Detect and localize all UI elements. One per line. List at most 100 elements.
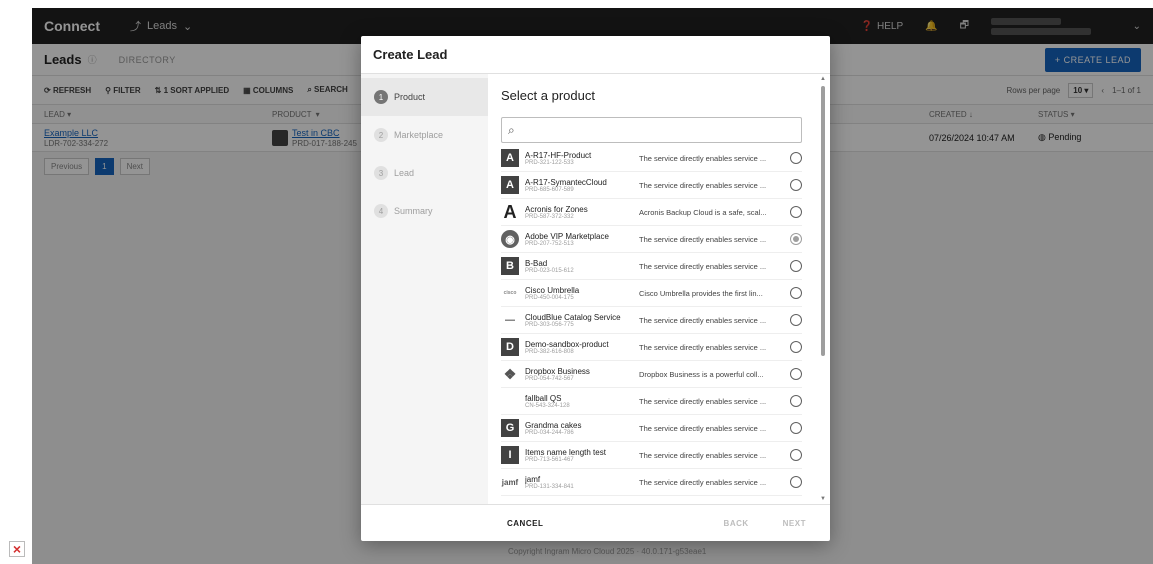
product-description: The service directly enables service ...: [639, 261, 767, 271]
step-label: Product: [394, 92, 426, 102]
product-option[interactable]: cisco Cisco Umbrella PRD-450-004-175 Cisco …: [501, 280, 802, 307]
scroll-up-icon[interactable]: ▲: [820, 76, 826, 82]
product-option[interactable]: D Demo-sandbox-product PRD-382-616-808 The …: [501, 334, 802, 361]
product-id: CN-543-324-128: [525, 402, 570, 409]
product-logo-icon: A: [501, 176, 519, 194]
product-id: PRD-034-244-786: [525, 429, 574, 436]
scrollbar-thumb[interactable]: [821, 86, 825, 356]
product-name: Adobe VIP Marketplace: [525, 231, 609, 241]
product-radio[interactable]: [790, 233, 802, 245]
product-name: A-R17-HF-Product: [525, 150, 592, 160]
product-name: Items name length test: [525, 447, 606, 457]
acronis-logo-icon: A: [503, 201, 517, 222]
product-option[interactable]: I Items name length test PRD-713-561-467 Th…: [501, 442, 802, 469]
product-description: Cisco Umbrella provides the first lin...: [639, 288, 763, 298]
next-button[interactable]: NEXT: [783, 519, 806, 528]
product-description: The service directly enables service ...: [639, 234, 767, 244]
product-logo-icon: G: [501, 419, 519, 437]
product-id: PRD-131-334-841: [525, 483, 574, 490]
product-option[interactable]: G Grandma cakes PRD-034-244-786 The service…: [501, 415, 802, 442]
product-radio[interactable]: [790, 260, 802, 272]
step-label: Lead: [394, 168, 415, 178]
step-number: 2: [374, 128, 388, 142]
product-logo-icon: D: [501, 338, 519, 356]
product-description: The service directly enables service ...: [639, 180, 767, 190]
step-number: 3: [374, 166, 388, 180]
product-option[interactable]: ◉ Adobe VIP Marketplace PRD-207-752-513 The…: [501, 226, 802, 253]
product-name: Grandma cakes: [525, 420, 582, 430]
step-marketplace: 2 Marketplace: [361, 116, 488, 154]
product-id: PRD-382-616-808: [525, 348, 574, 355]
scrollbar[interactable]: ▲ ▼: [820, 74, 826, 504]
step-product[interactable]: 1 Product: [361, 78, 488, 116]
step-number: 4: [374, 204, 388, 218]
product-id: PRD-207-752-513: [525, 240, 574, 247]
product-radio[interactable]: [790, 179, 802, 191]
product-search-input[interactable]: ⌕: [501, 117, 802, 143]
step-label: Summary: [394, 206, 433, 216]
product-radio[interactable]: [790, 449, 802, 461]
adobe-logo-icon: ◉: [501, 230, 519, 248]
dialog-title: Create Lead: [361, 36, 830, 74]
product-option[interactable]: A A-R17-SymantecCloud PRD-685-607-589 The s…: [501, 172, 802, 199]
back-button[interactable]: BACK: [724, 519, 749, 528]
product-name: CloudBlue Catalog Service: [525, 312, 621, 322]
jamf-logo-icon: jamf: [501, 477, 519, 487]
product-name: Cisco Umbrella: [525, 285, 580, 295]
product-radio[interactable]: [790, 314, 802, 326]
blank-logo-icon: [501, 392, 519, 410]
cisco-logo-icon: cisco: [503, 290, 517, 296]
product-radio[interactable]: [790, 395, 802, 407]
product-name: jamf: [525, 474, 541, 484]
product-option[interactable]: ❖ Dropbox Business PRD-054-742-567 Dropbox …: [501, 361, 802, 388]
product-logo-icon: A: [501, 149, 519, 167]
product-selection-panel: Select a product ⌕ A A-R17-HF-Product PRD-…: [488, 74, 830, 504]
product-name: Dropbox Business: [525, 366, 590, 376]
product-option[interactable]: ▬▬ CloudBlue Catalog Service PRD-303-056-7…: [501, 307, 802, 334]
product-radio[interactable]: [790, 476, 802, 488]
product-radio[interactable]: [790, 152, 802, 164]
product-description: The service directly enables service ...: [639, 153, 767, 163]
create-lead-dialog: Create Lead 1 Product 2 Marketplace 3 Le…: [361, 36, 830, 541]
dialog-actions: CANCEL BACK NEXT: [361, 504, 830, 541]
product-id: PRD-054-742-567: [525, 375, 574, 382]
step-summary: 4 Summary: [361, 192, 488, 230]
product-description: The service directly enables service ...: [639, 396, 767, 406]
product-radio[interactable]: [790, 206, 802, 218]
product-name: Acronis for Zones: [525, 204, 588, 214]
product-radio[interactable]: [790, 368, 802, 380]
product-id: PRD-587-372-332: [525, 213, 574, 220]
cloudblue-logo-icon: ▬▬: [505, 317, 515, 323]
product-id: PRD-713-561-467: [525, 456, 574, 463]
product-list: A A-R17-HF-Product PRD-321-122-533 The serv…: [501, 145, 802, 496]
section-title: Select a product: [501, 88, 595, 103]
product-name: A-R17-SymantecCloud: [525, 177, 607, 187]
dropbox-logo-icon: ❖: [503, 365, 517, 382]
product-description: The service directly enables service ...: [639, 315, 767, 325]
product-name: Demo-sandbox-product: [525, 339, 609, 349]
product-name: B-Bad: [525, 258, 548, 268]
cancel-button[interactable]: CANCEL: [507, 519, 543, 528]
product-radio[interactable]: [790, 341, 802, 353]
broken-image-icon: ×: [9, 541, 25, 557]
product-description: The service directly enables service ...: [639, 342, 767, 352]
scroll-down-icon[interactable]: ▼: [820, 496, 826, 502]
product-description: The service directly enables service ...: [639, 423, 767, 433]
product-id: PRD-685-607-589: [525, 186, 574, 193]
search-icon: ⌕: [508, 122, 515, 137]
product-option[interactable]: B B-Bad PRD-023-015-612 The service directl…: [501, 253, 802, 280]
product-radio[interactable]: [790, 287, 802, 299]
product-name: fallball QS: [525, 393, 562, 403]
product-id: PRD-321-122-533: [525, 159, 574, 166]
product-option[interactable]: fallball QS CN-543-324-128 The service dir…: [501, 388, 802, 415]
product-radio[interactable]: [790, 422, 802, 434]
product-description: Dropbox Business is a powerful coll...: [639, 369, 764, 379]
product-id: PRD-023-015-612: [525, 267, 574, 274]
product-logo-icon: I: [501, 446, 519, 464]
product-option[interactable]: A A-R17-HF-Product PRD-321-122-533 The serv…: [501, 145, 802, 172]
product-option[interactable]: jamf jamf PRD-131-334-841 The service direc…: [501, 469, 802, 496]
product-option[interactable]: A Acronis for Zones PRD-587-372-332 Acronis…: [501, 199, 802, 226]
step-lead: 3 Lead: [361, 154, 488, 192]
product-description: The service directly enables service ...: [639, 477, 767, 487]
wizard-steps: 1 Product 2 Marketplace 3 Lead 4 Summary: [361, 74, 488, 504]
